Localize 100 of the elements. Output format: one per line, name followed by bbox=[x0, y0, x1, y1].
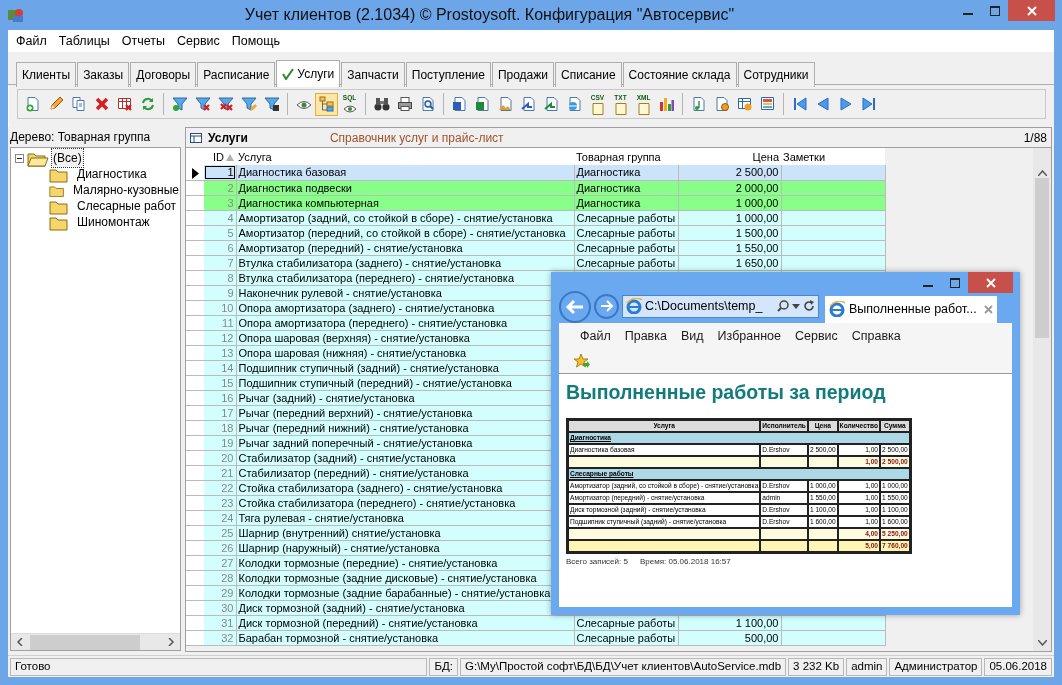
tab[interactable]: Договоры bbox=[130, 62, 197, 87]
tab[interactable]: Состояние склада bbox=[622, 62, 737, 87]
address-field[interactable]: C:\Documents\temp_ bbox=[622, 294, 819, 318]
delete-icon[interactable] bbox=[93, 96, 110, 112]
dropdown-icon[interactable] bbox=[792, 303, 800, 309]
filter-save-icon[interactable] bbox=[263, 96, 280, 112]
image-document-icon[interactable] bbox=[497, 96, 514, 112]
table-cell: 32 bbox=[204, 630, 236, 645]
tab[interactable]: Поступление bbox=[405, 62, 491, 87]
scroll-right-icon[interactable] bbox=[167, 638, 175, 646]
tab[interactable]: Запчасти bbox=[341, 62, 405, 87]
printer-icon[interactable] bbox=[396, 96, 413, 112]
spreadsheet-arrow-icon[interactable] bbox=[543, 96, 560, 112]
filter-clear-icon[interactable] bbox=[217, 96, 234, 112]
refresh-icon[interactable] bbox=[803, 300, 815, 312]
menu-item[interactable]: Помощь bbox=[225, 31, 287, 51]
close-icon[interactable] bbox=[984, 304, 993, 314]
menu-item[interactable]: Отчеты bbox=[115, 31, 171, 51]
scroll-down-icon[interactable] bbox=[1037, 640, 1047, 646]
document-plus-icon[interactable] bbox=[24, 96, 41, 112]
table-cell: 3 bbox=[204, 195, 236, 210]
table-cell: 26 bbox=[204, 540, 236, 555]
tab[interactable]: Услуги bbox=[276, 60, 341, 87]
menu-item[interactable]: Файл bbox=[10, 31, 53, 51]
table-gear-icon[interactable] bbox=[736, 96, 753, 112]
next-icon[interactable] bbox=[837, 96, 854, 112]
music-document-icon[interactable] bbox=[690, 96, 707, 112]
tree-item[interactable]: Шиномонтаж bbox=[76, 213, 151, 231]
tab[interactable]: Списание bbox=[555, 62, 622, 87]
app-icon bbox=[7, 6, 25, 24]
check-icon bbox=[282, 68, 295, 80]
close-button[interactable] bbox=[968, 272, 1013, 293]
colored-table-icon[interactable] bbox=[759, 96, 776, 112]
spreadsheet-document-icon[interactable] bbox=[474, 96, 491, 112]
column-header[interactable]: ID bbox=[204, 148, 236, 165]
close-button[interactable] bbox=[1008, 0, 1055, 21]
menu-item[interactable]: Таблицы bbox=[52, 31, 116, 51]
first-icon[interactable] bbox=[791, 96, 808, 112]
report-footer: Всего записей: 5 bbox=[566, 556, 628, 568]
table-icon bbox=[190, 132, 202, 143]
scroll-thumb[interactable] bbox=[1035, 178, 1049, 338]
scroll-up-icon[interactable] bbox=[1037, 170, 1047, 176]
menu-item[interactable]: Сервис bbox=[171, 31, 226, 51]
tab[interactable]: Клиенты bbox=[16, 62, 77, 87]
tree-item[interactable]: Слесарные работ bbox=[76, 197, 178, 215]
column-header[interactable]: Услуга bbox=[236, 148, 574, 165]
globe-document-icon[interactable] bbox=[566, 96, 583, 112]
star-icon[interactable] bbox=[573, 353, 591, 369]
tab[interactable]: Расписание bbox=[197, 62, 276, 87]
column-header[interactable]: Товарная группа bbox=[574, 148, 678, 165]
tree-item[interactable]: Малярно-кузовные bbox=[72, 181, 180, 199]
page-magnifier-icon[interactable] bbox=[419, 96, 436, 112]
maximize-icon bbox=[989, 5, 1000, 16]
user-name: admin bbox=[846, 657, 888, 676]
binoculars-icon[interactable] bbox=[373, 96, 390, 112]
table-cell: Слесарные работы bbox=[574, 630, 678, 645]
collapse-icon[interactable] bbox=[15, 153, 24, 163]
browser-tab[interactable]: Выполненные работ... bbox=[825, 295, 997, 323]
table-cell: 10 bbox=[204, 300, 236, 315]
search-icon[interactable] bbox=[777, 300, 789, 312]
tree-item[interactable]: (Все) bbox=[52, 149, 83, 167]
vertical-scrollbar[interactable] bbox=[1033, 148, 1051, 651]
panel-subtitle: Справочник услуг и прайс-лист bbox=[329, 129, 504, 147]
pencil-icon[interactable] bbox=[47, 96, 64, 112]
table-cell: Барабан тормозной - снятие/установка bbox=[236, 630, 574, 645]
panel-title: Дерево: Товарная группа bbox=[9, 129, 152, 146]
filter-remove-icon[interactable] bbox=[194, 96, 211, 112]
document-arrow-icon[interactable] bbox=[520, 96, 537, 112]
table-cell: 2 500,00 bbox=[678, 165, 781, 180]
last-icon[interactable] bbox=[860, 96, 877, 112]
filter-plus-icon[interactable] bbox=[171, 96, 188, 112]
tab[interactable]: Продажи bbox=[491, 62, 555, 87]
table-row[interactable]: 1 Диагностика базовая Диагностика 2 500,00 bbox=[186, 165, 885, 180]
column-header[interactable]: Заметки bbox=[781, 148, 885, 165]
panel-title: Услуги bbox=[208, 129, 248, 147]
forward-button[interactable] bbox=[594, 293, 619, 319]
tab[interactable]: Заказы bbox=[77, 62, 130, 87]
table-cell: Слесарные работы bbox=[574, 255, 678, 270]
table-cell: Диагностика bbox=[574, 180, 678, 195]
copy-icon[interactable] bbox=[70, 96, 87, 112]
bar-chart-icon[interactable] bbox=[658, 96, 675, 112]
table-cell: Слесарные работы bbox=[574, 225, 678, 240]
table-cell: 500,00 bbox=[678, 630, 781, 645]
horizontal-scrollbar[interactable] bbox=[11, 633, 180, 650]
table-cell: 5 bbox=[204, 225, 236, 240]
window-title: Учет клиентов (2.1034) © Prostoysoft. Конфигурация "Автосервис" bbox=[243, 5, 736, 25]
table-cell: 1 000,00 bbox=[678, 210, 781, 225]
table-cell: 2 000,00 bbox=[678, 180, 781, 195]
column-header[interactable]: Цена bbox=[678, 148, 781, 165]
tree-icon[interactable] bbox=[318, 96, 335, 112]
tree-item[interactable]: Диагностика bbox=[76, 165, 148, 183]
table-cell: 21 bbox=[204, 465, 236, 480]
document-badge-icon[interactable] bbox=[451, 96, 468, 112]
table-delete-icon[interactable] bbox=[116, 96, 133, 112]
filter-edit-icon[interactable] bbox=[240, 96, 257, 112]
gear-document-icon[interactable] bbox=[713, 96, 730, 112]
table-cell: 11 bbox=[204, 315, 236, 330]
tab[interactable]: Сотрудники bbox=[737, 62, 815, 87]
scroll-thumb[interactable] bbox=[30, 634, 140, 650]
scroll-left-icon[interactable] bbox=[16, 638, 24, 646]
